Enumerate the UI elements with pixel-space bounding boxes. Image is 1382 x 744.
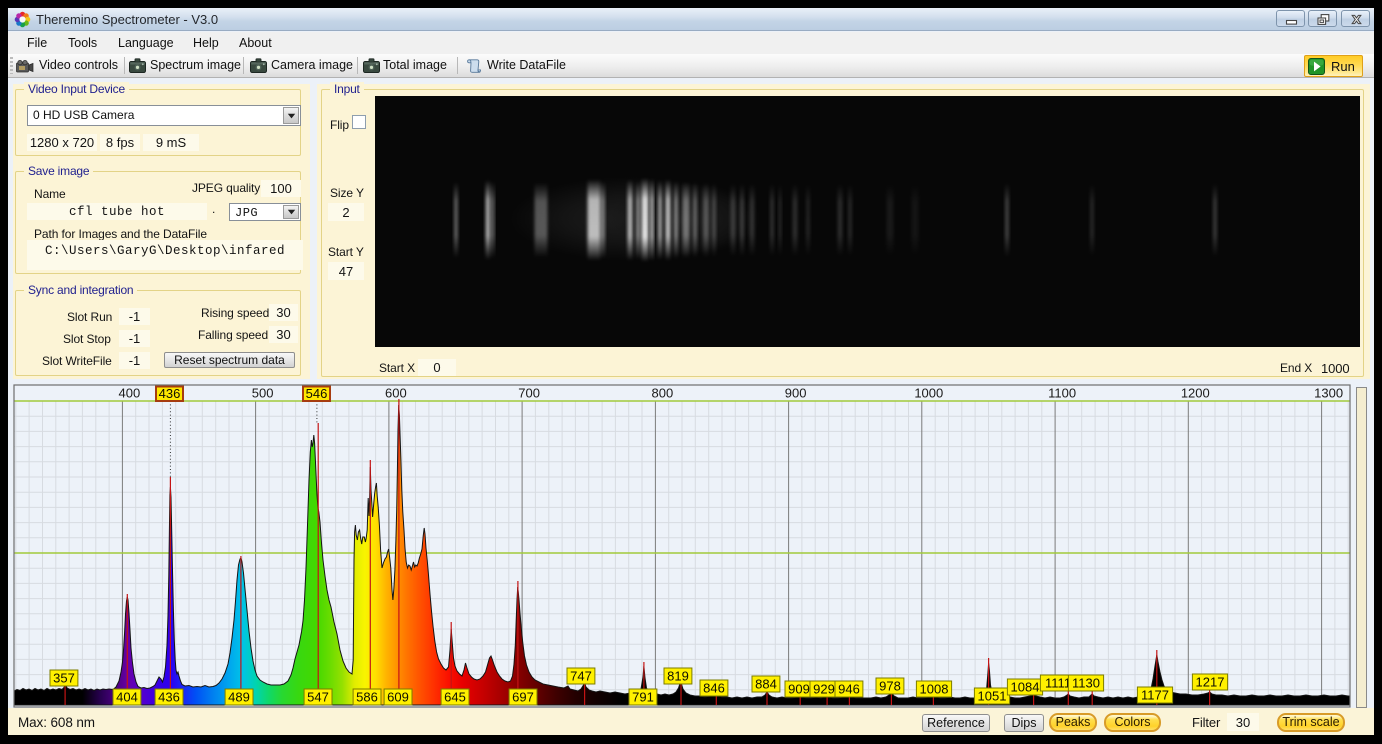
svg-text:404: 404 — [116, 690, 138, 705]
svg-text:600: 600 — [385, 386, 407, 401]
svg-text:846: 846 — [703, 681, 725, 696]
svg-text:800: 800 — [652, 386, 674, 401]
svg-text:791: 791 — [632, 690, 654, 705]
svg-text:357: 357 — [53, 671, 75, 686]
svg-text:436: 436 — [159, 386, 181, 401]
svg-text:697: 697 — [512, 690, 534, 705]
svg-text:609: 609 — [387, 690, 409, 705]
svg-text:884: 884 — [755, 677, 777, 692]
svg-text:547: 547 — [307, 690, 329, 705]
svg-text:400: 400 — [119, 386, 141, 401]
svg-text:586: 586 — [356, 690, 378, 705]
svg-text:436: 436 — [158, 690, 180, 705]
svg-text:500: 500 — [252, 386, 274, 401]
svg-text:1217: 1217 — [1196, 675, 1225, 690]
svg-text:1130: 1130 — [1072, 676, 1100, 691]
svg-text:929: 929 — [813, 682, 835, 697]
svg-text:946: 946 — [838, 682, 860, 697]
svg-text:1000: 1000 — [914, 386, 943, 401]
svg-text:1300: 1300 — [1314, 386, 1343, 401]
svg-text:1084: 1084 — [1011, 680, 1040, 695]
svg-text:819: 819 — [667, 669, 689, 684]
svg-text:489: 489 — [228, 690, 250, 705]
svg-text:1111: 1111 — [1045, 676, 1071, 691]
svg-text:1100: 1100 — [1048, 386, 1076, 401]
svg-text:909: 909 — [788, 682, 810, 697]
svg-text:546: 546 — [306, 386, 328, 401]
svg-text:1200: 1200 — [1181, 386, 1210, 401]
svg-text:747: 747 — [570, 669, 592, 684]
svg-text:1008: 1008 — [920, 682, 949, 697]
svg-text:900: 900 — [785, 386, 807, 401]
svg-text:1177: 1177 — [1141, 688, 1169, 703]
svg-text:645: 645 — [444, 690, 466, 705]
svg-text:978: 978 — [879, 679, 901, 694]
svg-text:700: 700 — [518, 386, 540, 401]
svg-text:1051: 1051 — [978, 689, 1007, 704]
